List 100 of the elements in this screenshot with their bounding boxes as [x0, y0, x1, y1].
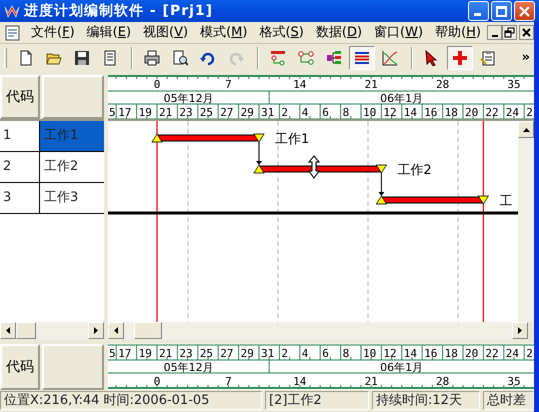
menu-item[interactable]: 格式(S) [253, 22, 310, 42]
close-button[interactable] [519, 25, 534, 40]
week-tick-label: 21 [364, 375, 378, 388]
date-label: 20 [465, 106, 478, 119]
date-label: 14 [404, 106, 418, 119]
date-label: 21 [159, 347, 172, 360]
scroll-right-button[interactable] [512, 322, 528, 339]
status-text: 位置X:216,Y:44 时间:2006-01-05 [0, 391, 262, 410]
date-label: 2 [281, 347, 288, 360]
month-label: 06年1月 [380, 361, 424, 374]
menu-item[interactable]: 帮助(H) [429, 22, 487, 42]
maximize-button[interactable] [491, 1, 512, 21]
column-header[interactable]: 代码 [0, 75, 40, 119]
row-code[interactable]: 2 [0, 152, 40, 182]
column-header[interactable] [42, 344, 104, 390]
date-label: 24 [506, 106, 520, 119]
date-label: 21 [159, 106, 172, 119]
menu-item[interactable]: 视图(V) [137, 22, 194, 42]
task-label: 工作2 [397, 163, 432, 178]
menu-item[interactable]: 窗口(W) [368, 22, 430, 42]
week-tick-label: 0 [154, 375, 160, 388]
task-bar[interactable] [376, 195, 490, 205]
date-label: 10 [363, 347, 376, 360]
task-bar[interactable] [253, 164, 388, 174]
status-text: [2]工作2 [265, 391, 369, 410]
date-label: 27 [220, 347, 234, 360]
restore-button[interactable] [502, 25, 517, 40]
left-arrow-icon [6, 327, 10, 334]
plus-button[interactable] [447, 46, 473, 70]
column-header[interactable] [42, 75, 104, 119]
scroll-thumb[interactable] [16, 322, 36, 339]
redo-icon [228, 50, 244, 66]
date-label: 8 [342, 347, 350, 360]
week-tick-label: 14 [293, 78, 306, 91]
scroll-right-button[interactable] [88, 322, 104, 339]
date-label: 17 [118, 106, 132, 119]
status-text: 总时差 [483, 391, 534, 410]
week-tick-label: 7 [225, 375, 232, 388]
date-label: 23 [179, 347, 193, 360]
week-tick-label: 7 [225, 78, 232, 91]
hierarchy-icon [326, 50, 342, 66]
week-tick-label: 21 [364, 78, 378, 91]
menu-item[interactable]: 文件(F) [25, 22, 81, 42]
scroll-left-button[interactable] [108, 322, 124, 339]
window-title: 进度计划编制软件 - [Prj1] [24, 2, 214, 20]
preview-icon [172, 50, 188, 66]
minimize-button[interactable] [487, 25, 502, 40]
column-header[interactable]: 代码 [0, 344, 40, 390]
node-icon [298, 50, 314, 66]
task-bar[interactable] [151, 133, 265, 143]
close-icon [521, 27, 532, 38]
pointer-icon [424, 50, 440, 66]
document-icon[interactable] [4, 25, 22, 42]
task-name-cell[interactable]: 工作3 [40, 183, 104, 213]
toolbar-overflow-button[interactable]: » [522, 48, 530, 68]
date-label: 31 [261, 347, 274, 360]
horizontal-scrollbar[interactable] [108, 322, 528, 340]
date-label: 19 [138, 106, 152, 119]
document-icon [102, 50, 118, 66]
bars-button[interactable] [349, 46, 375, 70]
resize-cursor-icon [308, 155, 320, 179]
vertical-scrollbar[interactable] [518, 121, 534, 322]
date-label: 2 [281, 106, 288, 119]
undo-icon [200, 50, 216, 66]
date-label: 18 [444, 347, 458, 360]
date-label: 22 [485, 347, 499, 360]
date-label: 25 [200, 347, 214, 360]
date-label: 24 [506, 347, 520, 360]
horizontal-scrollbar[interactable] [0, 322, 104, 340]
date-label: 10 [363, 106, 376, 119]
scroll-thumb[interactable] [134, 322, 162, 339]
printer-icon [144, 50, 160, 66]
week-tick-label: 35 [507, 78, 521, 91]
date-label: 12 [383, 106, 397, 119]
menu-item[interactable]: 模式(M) [194, 22, 254, 42]
right-arrow-icon [518, 327, 522, 334]
date-label: 27 [220, 106, 234, 119]
month-label: 06年1月 [380, 92, 424, 105]
menu-item[interactable]: 编辑(E) [80, 22, 138, 42]
network-icon [270, 50, 286, 66]
task-name-cell[interactable]: 工作2 [40, 152, 104, 182]
scroll-up-button[interactable] [518, 121, 534, 138]
right-arrow-icon [94, 327, 98, 334]
date-label: 20 [465, 347, 478, 360]
row-code[interactable]: 3 [0, 183, 40, 213]
task-label: 工 [499, 194, 512, 209]
date-label: 12 [383, 347, 397, 360]
date-label: 5 [109, 347, 116, 360]
date-label: 22 [485, 106, 499, 119]
scroll-left-button[interactable] [0, 322, 16, 339]
week-tick-label: 14 [293, 375, 306, 388]
week-tick-label: 28 [436, 78, 450, 91]
date-label: 4 [302, 106, 308, 119]
menu-item[interactable]: 数据(D) [310, 22, 368, 42]
date-label: 29 [240, 347, 254, 360]
date-label: 8 [342, 106, 350, 119]
status-text: 持续时间:12天 [372, 391, 480, 410]
floppy-icon [74, 50, 90, 66]
week-tick-label: 28 [436, 375, 450, 388]
date-label: 29 [240, 106, 254, 119]
